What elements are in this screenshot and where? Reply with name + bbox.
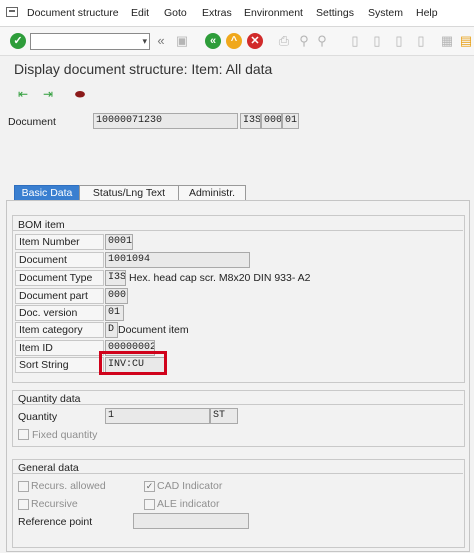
history-icon[interactable]: « xyxy=(154,34,168,48)
document-label: Document xyxy=(15,252,104,268)
document-part-field[interactable]: 000 xyxy=(261,113,282,129)
reference-point-label: Reference point xyxy=(18,516,93,528)
item-id-label: Item ID xyxy=(15,340,104,356)
cancel-icon[interactable]: ✕ xyxy=(247,33,263,49)
menu-bar: Document structure Edit Goto Extras Envi… xyxy=(0,0,474,27)
cad-indicator-checkbox[interactable]: ✓ xyxy=(144,481,155,492)
print-icon[interactable]: ⎙ xyxy=(277,34,291,48)
item-number-label: Item Number xyxy=(15,234,104,250)
last-page-icon[interactable]: ▯ xyxy=(414,34,428,48)
recursive-checkbox[interactable] xyxy=(18,499,29,510)
item-number-field[interactable]: 0001 xyxy=(105,234,133,250)
menu-settings[interactable]: Settings xyxy=(316,7,354,19)
document-part-label: Document part xyxy=(15,288,104,304)
reference-point-field[interactable] xyxy=(133,513,249,529)
first-page-icon[interactable]: ▯ xyxy=(348,34,362,48)
bom-document-field[interactable]: 1001094 xyxy=(105,252,250,268)
document-type-label: Document Type xyxy=(15,270,104,286)
unit-field[interactable]: ST xyxy=(210,408,238,424)
menu-system[interactable]: System xyxy=(368,7,403,19)
recurs-allowed-label: Recurs. allowed xyxy=(31,480,106,492)
next-page-icon[interactable]: ▯ xyxy=(392,34,406,48)
doc-version-label: Doc. version xyxy=(15,305,104,321)
quantity-field[interactable]: 1 xyxy=(105,408,210,424)
menu-edit[interactable]: Edit xyxy=(131,7,149,19)
bom-document-part-field[interactable]: 000 xyxy=(105,288,128,304)
next-object-icon[interactable]: ⇥ xyxy=(41,87,55,101)
save-icon[interactable]: ▣ xyxy=(175,34,189,48)
command-field[interactable]: ▾ xyxy=(30,33,150,50)
page-title: Display document structure: Item: All da… xyxy=(14,61,273,77)
menu-document-structure[interactable]: Document structure xyxy=(27,7,119,19)
new-session-icon[interactable]: ▤ xyxy=(459,34,473,48)
tab-status-lng-text[interactable]: Status/Lng Text xyxy=(79,185,179,201)
sort-string-label: Sort String xyxy=(15,357,104,373)
menu-help[interactable]: Help xyxy=(416,7,438,19)
menu-environment[interactable]: Environment xyxy=(244,7,303,19)
bom-document-type-field[interactable]: I3S xyxy=(105,270,126,286)
back-icon[interactable]: « xyxy=(205,33,221,49)
recurs-allowed-checkbox[interactable] xyxy=(18,481,29,492)
document-version-field[interactable]: 01 xyxy=(282,113,299,129)
tab-basic-data[interactable]: Basic Data xyxy=(14,185,80,201)
group-divider xyxy=(12,230,463,231)
item-category-field[interactable]: D xyxy=(105,322,118,338)
ale-indicator-checkbox[interactable] xyxy=(144,499,155,510)
item-category-label: Item category xyxy=(15,322,104,338)
ale-indicator-label: ALE indicator xyxy=(157,498,220,510)
chevron-down-icon[interactable]: ▾ xyxy=(142,34,147,49)
exit-icon[interactable]: ^ xyxy=(226,33,242,49)
document-type-field[interactable]: I3S xyxy=(240,113,261,129)
fixed-quantity-checkbox[interactable] xyxy=(18,429,29,440)
system-menu-icon[interactable] xyxy=(6,7,18,17)
quantity-label: Quantity xyxy=(18,411,58,423)
fixed-quantity-label: Fixed quantity xyxy=(32,429,98,441)
group-divider xyxy=(12,473,463,474)
find-icon[interactable]: ⚲ xyxy=(297,34,311,48)
layout-icon[interactable]: ▦ xyxy=(440,34,454,48)
other-object-icon[interactable]: ⬬ xyxy=(73,87,87,101)
enter-icon[interactable]: ✓ xyxy=(10,33,26,49)
item-category-description: Document item xyxy=(118,324,189,336)
group-divider xyxy=(12,404,463,405)
cad-indicator-label: CAD Indicator xyxy=(157,480,223,492)
menu-goto[interactable]: Goto xyxy=(164,7,187,19)
previous-page-icon[interactable]: ▯ xyxy=(370,34,384,48)
menu-extras[interactable]: Extras xyxy=(202,7,232,19)
document-number-field[interactable]: 10000071230 xyxy=(93,113,238,129)
recursive-label: Recursive xyxy=(31,498,78,510)
document-type-description: Hex. head cap scr. M8x20 DIN 933- A2 xyxy=(129,272,311,284)
tab-administration[interactable]: Administr. xyxy=(178,185,246,201)
previous-object-icon[interactable]: ⇤ xyxy=(16,87,30,101)
standard-toolbar: ✓ ▾ « ▣ « ^ ✕ ⎙ ⚲ ⚲ ▯ ▯ ▯ ▯ ▦ ▤ xyxy=(0,27,474,56)
doc-version-field[interactable]: 01 xyxy=(105,305,124,321)
sort-string-highlight xyxy=(99,351,167,375)
document-label: Document xyxy=(8,116,56,128)
find-next-icon[interactable]: ⚲ xyxy=(315,34,329,48)
